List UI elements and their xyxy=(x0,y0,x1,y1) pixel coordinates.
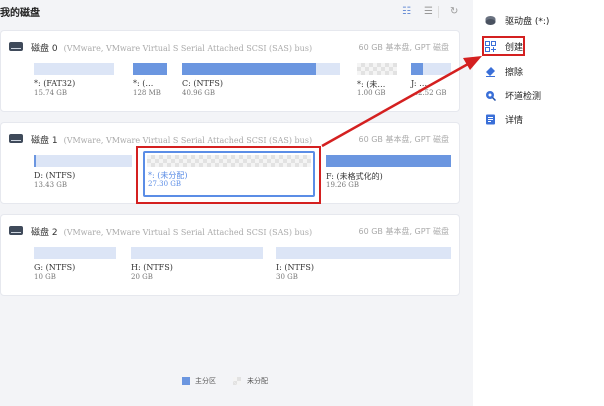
annotation-arrow xyxy=(321,56,482,148)
